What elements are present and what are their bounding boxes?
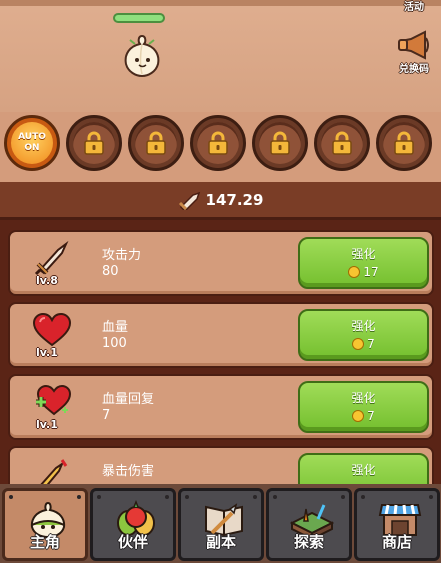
coin-icon — [352, 338, 365, 350]
stat-name: 攻击力 — [102, 248, 142, 263]
hero-health-bar — [113, 13, 165, 23]
event-button[interactable]: 活动 — [391, 0, 437, 13]
locked-skill-slot[interactable] — [376, 115, 432, 171]
nav-tab-label: 副本 — [205, 533, 236, 551]
lock-icon — [394, 131, 414, 155]
nav-tab-label: 商店 — [381, 533, 412, 551]
upgrade-button-label: 强化 — [351, 463, 376, 477]
upgrade-list[interactable]: lv.8 攻击力 80 强化 17 lv.1 血量 100 强化 7 lv.1 … — [0, 220, 441, 484]
garlic-hero-sprite — [124, 34, 160, 78]
bolt-decoration — [77, 495, 81, 499]
upgrade-card-health: lv.1 血量 100 强化 7 — [8, 302, 434, 368]
bolt-decoration — [97, 495, 101, 499]
bolt-decoration — [9, 495, 13, 499]
bolt-decoration — [341, 495, 345, 499]
battle-scene: 活动 兑换码 — [0, 0, 441, 112]
nav-tab-shop[interactable]: 商店 — [354, 488, 440, 561]
lock-icon — [208, 131, 228, 155]
upgrade-button[interactable]: 强化 — [298, 453, 429, 484]
stat-name: 血量 — [102, 320, 129, 335]
upgrade-button[interactable]: 强化 7 — [298, 381, 429, 433]
redeem-code-label: 兑换码 — [399, 64, 429, 75]
megaphone-icon — [398, 30, 429, 60]
bolt-decoration — [361, 495, 365, 499]
nav-tab-label: 探索 — [293, 533, 324, 551]
stat-name: 血量回复 — [102, 392, 155, 407]
bottom-nav: 主角 伙伴 副本 探索 商店 — [0, 484, 441, 563]
upgrade-cost: 7 — [352, 409, 375, 423]
nav-tab-explore[interactable]: 探索 — [266, 488, 352, 561]
upgrade-button-label: 强化 — [351, 319, 376, 333]
lock-icon — [332, 131, 352, 155]
upgrade-button-label: 强化 — [351, 247, 376, 261]
cost-value: 17 — [363, 265, 379, 279]
upgrade-button[interactable]: 强化 7 — [298, 309, 429, 361]
level-label: lv.8 — [36, 274, 58, 287]
sword-icon — [34, 240, 69, 276]
bolt-decoration — [253, 495, 257, 499]
lock-icon — [270, 131, 290, 155]
top-border — [0, 0, 441, 6]
coin-icon — [352, 410, 365, 422]
upgrade-card-health-regen: lv.1 血量回复 7 强化 7 — [8, 374, 434, 440]
crit-sword-icon — [40, 459, 68, 484]
locked-skill-slot[interactable] — [190, 115, 246, 171]
locked-skill-slot[interactable] — [252, 115, 308, 171]
locked-skill-slot[interactable] — [314, 115, 370, 171]
cost-value: 7 — [367, 409, 375, 423]
stat-value: 80 — [102, 264, 119, 279]
lock-icon — [84, 131, 104, 155]
lock-icon — [146, 131, 166, 155]
stat-value: 7 — [102, 408, 111, 423]
upgrade-cost: 7 — [352, 337, 375, 351]
bolt-decoration — [185, 495, 189, 499]
bolt-decoration — [165, 495, 169, 499]
heart-plus-icon — [36, 384, 72, 416]
auto-battle-toggle[interactable]: AUTO ON — [4, 115, 60, 171]
nav-tab-partners[interactable]: 伙伴 — [90, 488, 176, 561]
sword-icon — [178, 191, 200, 210]
attack-power-display: 147.29 — [0, 182, 441, 220]
nav-tab-label: 主角 — [29, 533, 60, 551]
locked-skill-slot[interactable] — [128, 115, 184, 171]
stat-value: 100 — [102, 336, 127, 351]
upgrade-card-attack: lv.8 攻击力 80 强化 17 — [8, 230, 434, 296]
bolt-decoration — [273, 495, 277, 499]
stat-name: 暴击伤害 — [102, 464, 155, 479]
locked-skill-slot[interactable] — [66, 115, 122, 171]
heart-icon — [32, 312, 72, 347]
auto-label: AUTO — [18, 132, 46, 142]
redeem-code-button[interactable]: 兑换码 — [391, 30, 437, 75]
nav-tab-dungeon[interactable]: 副本 — [178, 488, 264, 561]
auto-state-label: ON — [24, 143, 40, 153]
nav-tab-label: 伙伴 — [117, 533, 148, 551]
upgrade-card-crit-damage: 暴击伤害 强化 — [8, 446, 434, 484]
attack-power-value: 147.29 — [205, 190, 264, 209]
upgrade-cost: 17 — [348, 265, 379, 279]
nav-tab-hero[interactable]: 主角 — [2, 488, 88, 561]
cost-value: 7 — [367, 337, 375, 351]
level-label: lv.1 — [36, 346, 58, 359]
event-label: 活动 — [404, 2, 424, 13]
coin-icon — [348, 266, 361, 278]
upgrade-button[interactable]: 强化 17 — [298, 237, 429, 289]
level-label: lv.1 — [36, 418, 58, 431]
upgrade-button-label: 强化 — [351, 391, 376, 405]
bolt-decoration — [429, 495, 433, 499]
skill-slot-row: AUTO ON — [0, 112, 441, 182]
